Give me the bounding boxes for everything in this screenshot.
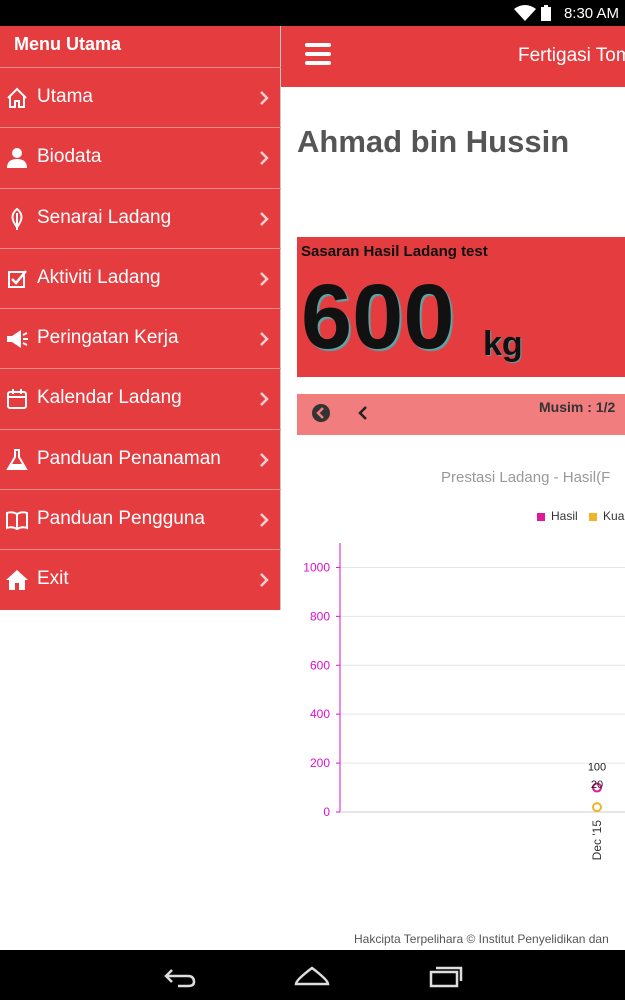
app-window: Fertigasi Tomato Ahmad bin Hussin Sasara… [0, 26, 625, 950]
y-tick-label: 800 [310, 609, 330, 623]
chevron-right-icon [260, 332, 269, 347]
recents-icon[interactable] [428, 964, 464, 988]
data-label-kua: 20 [591, 779, 603, 791]
system-navigation-bar [0, 950, 625, 1000]
drawer-title: Menu Utama [14, 34, 122, 54]
chart-title: Prestasi Ladang - Hasil(F [441, 469, 611, 486]
y-tick-label: 0 [323, 805, 330, 819]
target-label: Sasaran Hasil Ladang test [301, 243, 488, 260]
chevron-right-icon [260, 151, 269, 166]
open-book-icon [6, 511, 28, 531]
home-icon[interactable] [294, 964, 330, 988]
chevron-right-icon [260, 513, 269, 527]
drawer-item-exit[interactable]: Exit [0, 549, 281, 609]
drawer-item-label: Panduan Pengguna [37, 508, 205, 530]
chevron-right-icon [260, 272, 269, 286]
user-icon [7, 148, 27, 169]
chevron-right-icon [260, 392, 269, 407]
circle-chevron-left-icon [316, 407, 324, 419]
chevron-right-icon [260, 211, 269, 226]
chevron-right-icon [260, 91, 269, 105]
drawer-item-label: Biodata [37, 146, 102, 168]
app-title: Fertigasi Tomato [518, 45, 625, 66]
x-tick-label: Dec '15 [590, 820, 604, 861]
drawer-item-kalendar-ladang[interactable]: Kalendar Ladang [0, 368, 281, 428]
y-tick-label: 400 [310, 707, 330, 721]
status-bar: 8:30 AM [0, 0, 625, 26]
status-time: 8:30 AM [563, 5, 619, 22]
y-tick-label: 200 [310, 756, 330, 770]
battery-icon [541, 5, 551, 21]
home-outline-icon [7, 87, 27, 108]
drawer-item-senarai-ladang[interactable]: Senarai Ladang [0, 187, 281, 248]
drawer-item-peringatan-kerja[interactable]: Peringatan Kerja [0, 308, 281, 368]
y-tick-label: 1000 [303, 560, 330, 574]
drawer-item-label: Senarai Ladang [37, 206, 172, 228]
y-tick-label: 600 [310, 658, 330, 672]
legend-item-hasil[interactable]: Hasil [537, 509, 578, 523]
drawer-item-panduan-pengguna[interactable]: Panduan Pengguna [0, 489, 281, 549]
legend-label-hasil: Hasil [551, 509, 578, 523]
back-icon[interactable] [162, 964, 198, 988]
target-unit: kg [483, 325, 523, 363]
flask-icon [6, 448, 28, 470]
drawer-item-biodata[interactable]: Biodata [0, 127, 281, 187]
yield-chart: 0 200 400 600 800 1000 Dec '15 100 20 [303, 543, 625, 861]
drawer-item-label: Peringatan Kerja [37, 327, 179, 349]
calendar-icon [7, 389, 27, 410]
leaf-icon [11, 207, 23, 230]
app-bar: Fertigasi Tomato [281, 26, 625, 87]
user-name: Ahmad bin Hussin [297, 124, 570, 159]
checkbox-icon [8, 270, 27, 288]
chevron-right-icon [260, 452, 269, 467]
chevron-left-icon[interactable] [357, 404, 369, 422]
drawer-item-aktiviti-ladang[interactable]: Aktiviti Ladang [0, 247, 281, 308]
legend-item-kua[interactable]: Kua [589, 509, 624, 523]
wifi-icon [514, 5, 536, 21]
main-content: Fertigasi Tomato Ahmad bin Hussin Sasara… [281, 26, 625, 950]
home-solid-icon [6, 570, 28, 591]
hamburger-menu-icon[interactable] [305, 43, 331, 65]
drawer-item-panduan-penanaman[interactable]: Panduan Penanaman [0, 428, 281, 489]
drawer-item-label: Panduan Penanaman [37, 447, 221, 469]
navigation-drawer: Menu Utama Utama Biodata Senarai Ladang … [0, 26, 281, 610]
target-yield-card: Sasaran Hasil Ladang test 600 kg [297, 237, 625, 377]
chart-legend: Hasil Kua [537, 509, 625, 523]
first-season-button[interactable] [312, 404, 330, 422]
season-label: Musim : 1/2 [539, 399, 616, 415]
drawer-item-label: Kalendar Ladang [37, 387, 182, 409]
data-label-hasil: 100 [588, 762, 606, 774]
data-point-kua [592, 802, 602, 813]
drawer-item-utama[interactable]: Utama [0, 67, 281, 127]
chevron-right-icon [260, 573, 269, 588]
season-bar: Musim : 1/2 [297, 394, 625, 435]
drawer-item-label: Utama [37, 86, 93, 107]
drawer-menu: Utama Biodata Senarai Ladang Aktiviti La… [0, 67, 281, 610]
drawer-item-label: Exit [37, 568, 69, 590]
footer-copyright: Hakcipta Terpelihara © Institut Penyelid… [354, 932, 609, 946]
drawer-item-label: Aktiviti Ladang [37, 266, 161, 288]
legend-label-kua: Kua [603, 509, 625, 523]
megaphone-icon [7, 330, 28, 349]
target-value: 600 [301, 266, 455, 368]
